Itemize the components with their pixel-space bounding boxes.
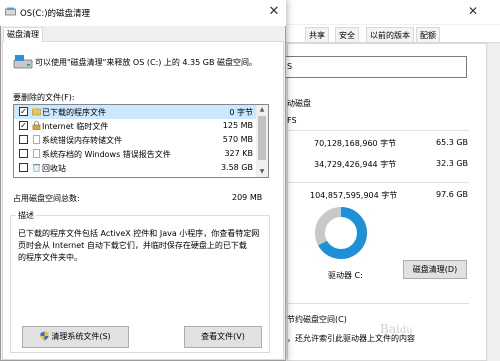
file-name: 回收站 [42, 164, 66, 173]
drive-icon [13, 55, 33, 69]
capacity-gb: 97.6 GB [436, 190, 469, 199]
file-size: 125 MB [222, 121, 253, 130]
file-icon [33, 149, 40, 158]
watermark: Baidu [380, 322, 413, 336]
list-item[interactable]: ✓ Internet 临时文件 125 MB [14, 119, 257, 133]
usage-donut-chart [315, 207, 367, 259]
list-item[interactable]: 系统错误内存转储文件 570 MB [14, 133, 257, 147]
capacity-bytes: 104,857,595,904 字节 [310, 191, 398, 200]
scroll-down-icon[interactable]: ▼ [256, 167, 268, 177]
disk-cleanup-icon [5, 7, 16, 16]
file-system-value: FS [287, 116, 297, 125]
file-name: 已下载的程序文件 [42, 108, 106, 117]
tab-previous-versions[interactable]: 以前的版本 [366, 27, 414, 42]
divider [287, 303, 469, 304]
file-checkbox[interactable] [19, 149, 28, 158]
compress-option-label: 节约磁盘空间(C) [287, 315, 347, 324]
file-checkbox[interactable] [19, 135, 28, 144]
recycle-bin-icon [33, 164, 40, 172]
intro-text: 可以使用"磁盘清理"来释放 OS (C:) 上的 4.35 GB 磁盘空间。 [35, 58, 258, 67]
file-size: 570 MB [222, 135, 253, 144]
drive-label: 驱动器 C: [328, 271, 363, 280]
file-name: 系统存档的 Windows 错误报告文件 [42, 150, 171, 159]
drive-name-input[interactable]: S [283, 56, 467, 78]
disk-cleanup-button[interactable]: 磁盘清理(D) [403, 260, 467, 279]
file-icon [33, 135, 40, 144]
list-item[interactable]: 回收站 3.58 GB [14, 161, 257, 175]
file-checkbox[interactable] [19, 163, 28, 172]
properties-close-icon[interactable]: ✕ [468, 4, 478, 18]
files-to-delete-list[interactable]: ✓ 已下载的程序文件 0 字节 ✓ Internet 临时文件 125 MB 系… [13, 104, 269, 178]
tab-disk-cleanup[interactable]: 磁盘清理 [3, 27, 43, 42]
uac-shield-icon [40, 331, 49, 341]
list-item[interactable]: 系统存档的 Windows 错误报告文件 327 KB [14, 147, 257, 161]
total-space-label: 占用磁盘空间总数: [13, 194, 80, 203]
description-text: 的程序文件夹中。 [18, 253, 82, 262]
tab-quota[interactable]: 配额 [416, 27, 440, 42]
file-name: Internet 临时文件 [42, 122, 109, 131]
file-name: 系统错误内存转储文件 [42, 136, 122, 145]
file-checkbox[interactable]: ✓ [19, 107, 28, 116]
file-checkbox[interactable]: ✓ [19, 121, 28, 130]
divider [287, 130, 469, 131]
tab-sharing[interactable]: 共享 [305, 27, 329, 42]
used-bytes: 70,128,168,960 字节 [314, 139, 397, 148]
scroll-up-icon[interactable]: ▲ [256, 105, 268, 115]
cleanup-system-files-button[interactable]: 清理系统文件(S) [22, 326, 129, 348]
free-gb: 32.3 GB [436, 159, 469, 168]
cleanup-system-files-label: 清理系统文件(S) [51, 332, 111, 341]
dialog-title: OS(C:)的磁盘清理 [20, 9, 91, 19]
scrollbar-thumb[interactable] [258, 116, 266, 160]
view-files-button[interactable]: 查看文件(V) [184, 326, 262, 348]
file-size: 3.58 GB [220, 163, 253, 172]
file-size: 0 字节 [229, 108, 253, 117]
free-bytes: 34,729,426,944 字节 [314, 160, 397, 169]
tab-security[interactable]: 安全 [335, 27, 359, 42]
total-space-value: 209 MB [232, 193, 263, 202]
lock-icon [32, 121, 41, 130]
description-text: 页时会从 Internet 自动下载它们，并临时保存在硬盘上的已下载 [18, 241, 247, 250]
file-size: 327 KB [224, 149, 253, 158]
description-text: 已下载的程序文件包括 ActiveX 控件和 Java 小程序，你查看特定网 [18, 229, 260, 238]
description-label: 描述 [16, 210, 36, 221]
files-to-delete-label: 要删除的文件(F): [13, 93, 75, 102]
used-gb: 65.3 GB [436, 138, 469, 147]
list-item[interactable]: ✓ 已下载的程序文件 0 字节 [14, 105, 257, 119]
folder-icon [32, 108, 41, 116]
drive-type-label: 动磁盘 [287, 99, 311, 108]
divider [287, 182, 469, 183]
properties-scrollbar[interactable] [487, 43, 500, 361]
close-icon[interactable]: ✕ [266, 4, 282, 20]
